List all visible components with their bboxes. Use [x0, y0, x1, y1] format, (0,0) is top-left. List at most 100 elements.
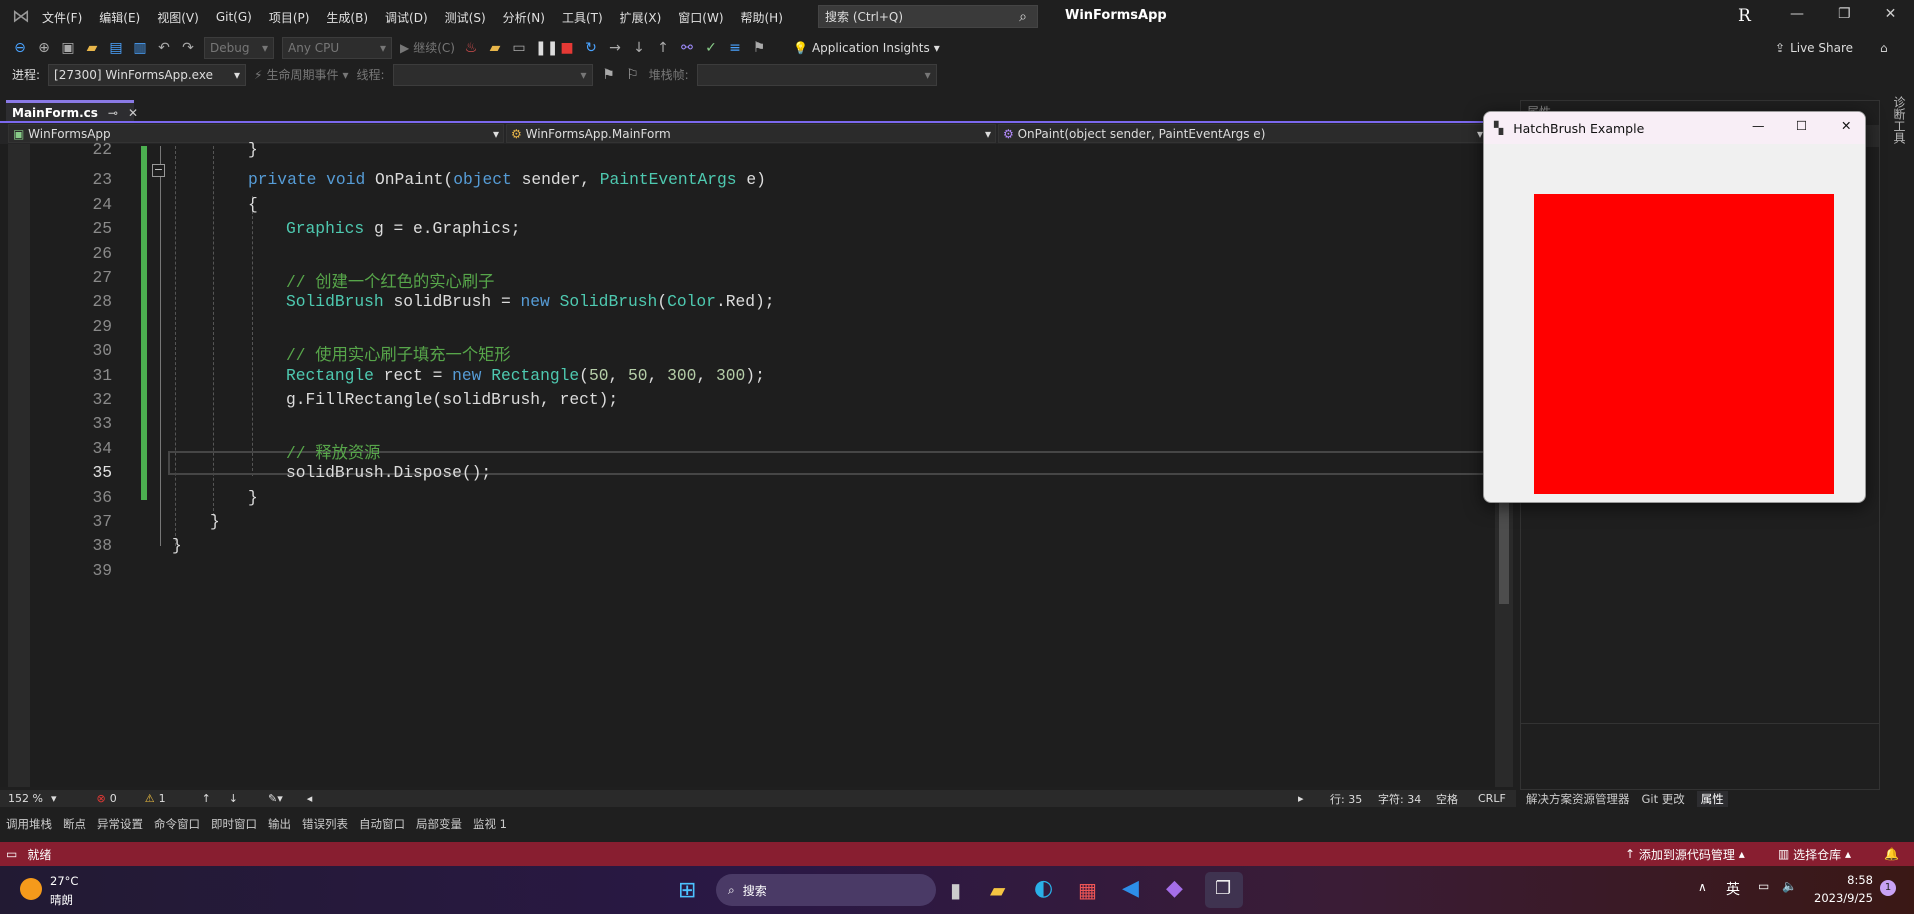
tab-close-icon[interactable]: ✕: [128, 106, 138, 120]
menu-extensions[interactable]: 扩展(X): [620, 9, 662, 26]
menu-project[interactable]: 项目(P): [269, 9, 310, 26]
scroll-left-icon[interactable]: ◂: [307, 792, 313, 805]
configuration-dropdown[interactable]: Debug ▾: [204, 36, 274, 59]
menu-test[interactable]: 测试(S): [445, 9, 486, 26]
code-line[interactable]: private void OnPaint(object sender, Pain…: [248, 170, 766, 189]
collapse-toggle[interactable]: −: [152, 164, 165, 177]
thread-dropdown[interactable]: ▾: [392, 63, 593, 86]
previous-issue-icon[interactable]: ↑: [202, 792, 211, 805]
tab-properties[interactable]: 属性: [1696, 790, 1728, 807]
feedback-icon[interactable]: ⌂: [1880, 41, 1888, 55]
taskbar-search[interactable]: ⌕ 搜索: [716, 874, 936, 906]
select-repository[interactable]: ▥ 选择仓库 ▴: [1778, 846, 1851, 863]
code-line[interactable]: Rectangle rect = new Rectangle(50, 50, 3…: [286, 366, 765, 385]
indent-mode[interactable]: 空格: [1436, 791, 1458, 807]
clock-time[interactable]: 8:58: [1828, 873, 1873, 887]
back-icon[interactable]: ⊖: [12, 40, 28, 56]
clock-date[interactable]: 2023/9/25: [1814, 891, 1873, 905]
file-explorer-icon[interactable]: ▰: [990, 878, 1005, 902]
scrollbar-thumb[interactable]: [1499, 488, 1509, 604]
user-avatar[interactable]: R: [1738, 6, 1758, 26]
application-insights-button[interactable]: 💡 Application Insights ▾: [793, 41, 940, 55]
save-all-icon[interactable]: ▥: [132, 40, 148, 56]
tab-command-window[interactable]: 命令窗口: [154, 816, 200, 832]
layout-icon[interactable]: ▭: [511, 40, 527, 56]
menu-window[interactable]: 窗口(W): [678, 9, 723, 26]
save-icon[interactable]: ▤: [108, 40, 124, 56]
code-line[interactable]: }: [210, 512, 220, 531]
tab-breakpoints[interactable]: 断点: [63, 816, 86, 832]
lifecycle-events-button[interactable]: ⚡ 生命周期事件 ▾: [254, 66, 348, 83]
undo-icon[interactable]: ↶: [156, 40, 172, 56]
stack-frame-dropdown[interactable]: ▾: [696, 63, 937, 86]
pin-icon[interactable]: ⊸: [108, 106, 118, 120]
notifications-icon[interactable]: 🔔: [1884, 847, 1899, 861]
error-count[interactable]: 0: [110, 792, 117, 805]
code-line[interactable]: g.FillRectangle(solidBrush, rect);: [286, 390, 618, 409]
form-title-bar[interactable]: ▚ HatchBrush Example — ☐ ✕: [1484, 112, 1865, 144]
new-project-icon[interactable]: ▣: [60, 40, 76, 56]
search-box[interactable]: 搜索 (Ctrl+Q) ⌕: [818, 5, 1038, 28]
code-line[interactable]: Graphics g = e.Graphics;: [286, 219, 521, 238]
weather-text[interactable]: 晴朗: [50, 892, 73, 908]
code-line[interactable]: }: [172, 536, 182, 555]
menu-file[interactable]: 文件(F): [42, 9, 82, 26]
process-dropdown[interactable]: [27300] WinFormsApp.exe ▾: [48, 63, 247, 86]
code-cleanup-icon[interactable]: ✎▾: [268, 792, 283, 805]
zoom-level[interactable]: 152 %: [8, 792, 43, 805]
volume-icon[interactable]: 🔈: [1782, 879, 1797, 893]
warning-count[interactable]: 1: [159, 792, 166, 805]
diagnostics-icon[interactable]: ⚯: [679, 40, 695, 56]
network-icon[interactable]: ▭: [1758, 879, 1769, 893]
code-line[interactable]: {: [248, 195, 258, 214]
menu-git[interactable]: Git(G): [216, 10, 252, 24]
show-hidden-icons[interactable]: ∧: [1698, 880, 1707, 894]
step-out-icon[interactable]: ↑: [655, 40, 671, 56]
tab-immediate-window[interactable]: 即时窗口: [211, 816, 257, 832]
class-dropdown[interactable]: ⚙ WinFormsApp.MainForm ▾: [506, 124, 996, 143]
menu-view[interactable]: 视图(V): [157, 9, 199, 26]
pause-icon[interactable]: ❚❚: [535, 40, 558, 56]
menu-help[interactable]: 帮助(H): [741, 9, 783, 26]
tab-mainform-cs[interactable]: MainForm.cs ⊸ ✕: [6, 100, 138, 122]
tab-autos[interactable]: 自动窗口: [359, 816, 405, 832]
tab-call-stack[interactable]: 调用堆栈: [6, 816, 52, 832]
close-icon[interactable]: ✕: [1885, 6, 1897, 22]
vscode-icon[interactable]: ◀: [1122, 876, 1139, 901]
tab-git-changes[interactable]: Git 更改: [1642, 791, 1685, 807]
form-minimize-icon[interactable]: —: [1752, 118, 1765, 133]
member-dropdown[interactable]: ⚙ OnPaint(object sender, PaintEventArgs …: [998, 124, 1488, 143]
tab-locals[interactable]: 局部变量: [416, 816, 462, 832]
menu-analyze[interactable]: 分析(N): [503, 9, 545, 26]
tab-watch-1[interactable]: 监视 1: [473, 816, 507, 832]
tab-output[interactable]: 输出: [268, 816, 291, 832]
code-line[interactable]: solidBrush.Dispose();: [286, 463, 491, 482]
next-issue-icon[interactable]: ↓: [229, 792, 238, 805]
continue-button[interactable]: ▶ 继续(C): [400, 39, 455, 56]
code-line[interactable]: // 释放资源: [286, 439, 380, 463]
temperature[interactable]: 27°C: [50, 874, 78, 888]
add-to-source-control[interactable]: ↑ 添加到源代码管理 ▴: [1625, 846, 1745, 863]
menu-tools[interactable]: 工具(T): [562, 9, 603, 26]
tab-exception-settings[interactable]: 异常设置: [97, 816, 143, 832]
winforms-app-taskbar-button[interactable]: ❐: [1205, 872, 1243, 908]
open-folder-icon[interactable]: ▰: [84, 40, 100, 56]
live-share-button[interactable]: ⇪ Live Share: [1775, 41, 1853, 55]
code-line[interactable]: // 使用实心刷子填充一个矩形: [286, 341, 511, 365]
forward-icon[interactable]: ⊕: [36, 40, 52, 56]
form-close-icon[interactable]: ✕: [1841, 118, 1851, 133]
form-maximize-icon[interactable]: ☐: [1796, 118, 1807, 133]
menu-debug[interactable]: 调试(D): [385, 9, 428, 26]
tab-solution-explorer[interactable]: 解决方案资源管理器: [1526, 791, 1630, 807]
hot-reload-icon[interactable]: ♨: [463, 40, 479, 56]
bookmark-icon[interactable]: ⚑: [751, 40, 767, 56]
diagnostic-tools-side-tab[interactable]: 诊断工具: [1888, 96, 1908, 144]
platform-dropdown[interactable]: Any CPU ▾: [282, 36, 392, 59]
code-line[interactable]: // 创建一个红色的实心刷子: [286, 268, 494, 292]
step-into-icon[interactable]: ↓: [631, 40, 647, 56]
notification-badge[interactable]: 1: [1880, 880, 1896, 896]
minimize-icon[interactable]: —: [1790, 6, 1804, 22]
windows-start-icon[interactable]: ⊞: [678, 878, 696, 903]
spellcheck-icon[interactable]: ✓: [703, 40, 719, 56]
scroll-right-icon[interactable]: ▸: [1298, 792, 1304, 805]
